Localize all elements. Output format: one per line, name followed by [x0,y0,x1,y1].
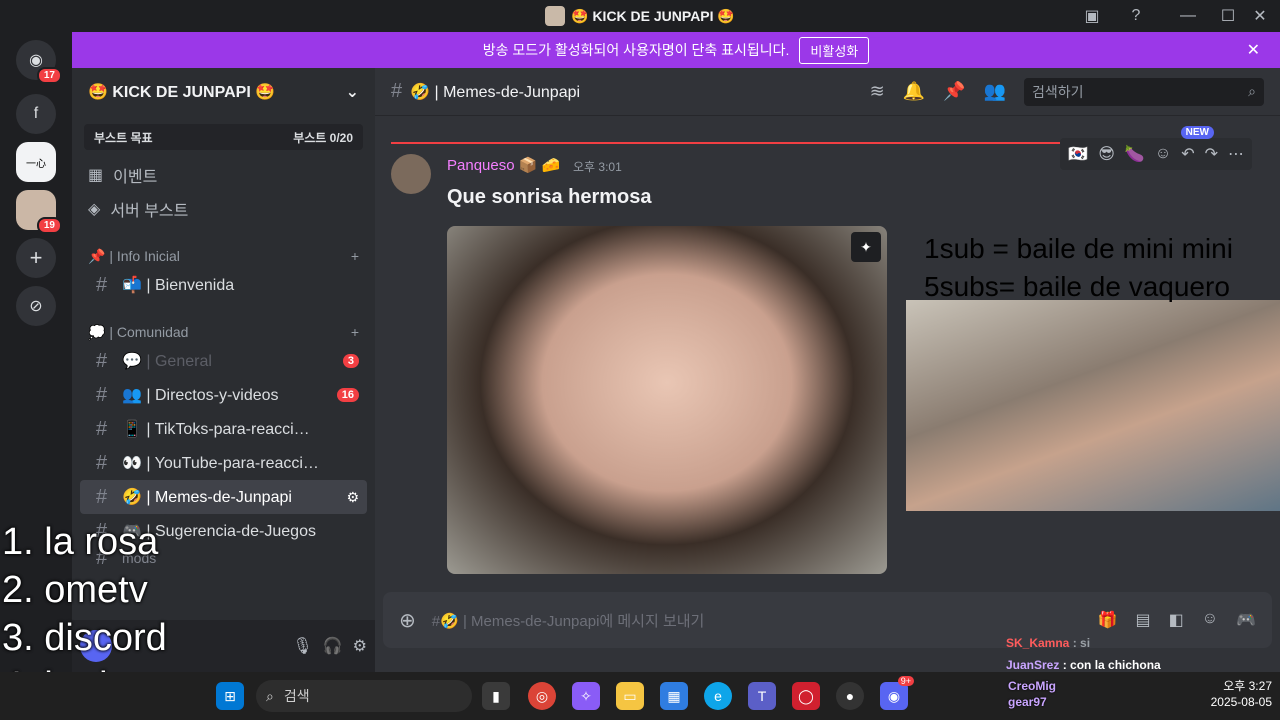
store-icon[interactable]: ▦ [660,682,688,710]
window-title: 🤩 KICK DE JUNPAPI 🤩 [545,6,735,26]
gift-icon[interactable]: 🎁 [1098,610,1118,630]
dm-badge: 17 [36,67,62,84]
more-icon[interactable]: ⋯ [1228,144,1244,164]
server-avatar-mini [545,6,566,26]
author-avatar[interactable] [391,154,431,194]
threads-icon[interactable]: ≋ [870,81,885,102]
taskbar-search[interactable]: ⌕ 검색 [256,680,472,712]
channel-bienvenida[interactable]: # 📬 | Bienvenida [80,268,367,302]
help-icon[interactable]: ? [1116,0,1156,32]
minimize-button[interactable]: — [1168,0,1208,32]
windows-taskbar: ⊞ ⌕ 검색 ▮ ◎ ✧ ▭ ▦ e T ◯ ● ◉ 9+ 오후 3:27 202… [0,672,1280,720]
header-toolbar: ≋ 🔔 📌 👥 검색하기 ⌕ [870,77,1264,106]
hash-icon: # [96,349,108,372]
close-banner-icon[interactable]: ✕ [1247,40,1260,60]
stream-chat-overlay: SK_Kamna : si JuanSrez : con la chichona [1006,632,1161,676]
discord-home-icon[interactable]: ◉ 17 [16,40,62,84]
server-icon-2[interactable]: 一心 [16,142,56,182]
hash-icon: # [96,451,108,474]
unread-badge: 3 [342,354,359,368]
chevron-down-icon: ⌄ [345,84,359,101]
discord-taskbar-icon[interactable]: ◉ 9+ [880,676,914,710]
add-attachment-icon[interactable]: ⊕ [399,608,416,633]
message-timestamp: 오후 3:01 [573,160,622,174]
teams-icon[interactable]: T [748,682,776,710]
explore-icon[interactable]: ⊘ [16,286,56,326]
close-window-button[interactable]: ✕ [1240,0,1280,32]
image-actions-icon[interactable]: ✦ [851,232,881,262]
channel-directos-y-videos[interactable]: # 👥 | Directos-y-videos 16 [80,378,367,412]
server-junpapi-icon[interactable]: 19 [16,190,62,234]
add-channel-icon[interactable]: + [351,248,359,264]
task-view-icon[interactable]: ▮ [482,682,510,710]
guild-header[interactable]: 🤩 KICK DE JUNPAPI 🤩 ⌄ [72,68,375,116]
channel-general[interactable]: # 💬 | General 3 [80,344,367,378]
headphones-icon[interactable]: 🎧 [323,636,343,656]
events-item[interactable]: ▦ 이벤트 [72,158,375,192]
server-boost-item[interactable]: ◈ 서버 부스트 [72,192,375,226]
message-hover-toolbar: 🇰🇷 😎 🍆 ☺ ↶ ↷ ⋯ NEW [1060,126,1252,170]
unread-badge: 16 [336,388,359,402]
add-server-icon[interactable]: + [16,238,56,278]
copilot-icon[interactable]: ✧ [572,682,600,710]
chrome-icon[interactable]: ◎ [528,682,556,710]
hash-icon: # [391,80,403,102]
hash-icon: # [96,485,108,508]
search-input[interactable]: 검색하기 ⌕ [1024,77,1264,106]
sub-goals-overlay: 1sub = baile de mini mini 5subs= baile d… [924,233,1233,302]
boost-icon: ◈ [88,201,101,218]
forward-icon[interactable]: ↷ [1205,144,1218,164]
author-name[interactable]: Panqueso 📦 🧀 [447,156,560,174]
channel-tiktoks[interactable]: # 📱 | TikToks-para-reacci… [80,412,367,446]
search-icon: ⌕ [1248,83,1256,99]
reaction-flag-kr-icon[interactable]: 🇰🇷 [1068,144,1088,164]
streamer-mode-banner: 방송 모드가 활성화되어 사용자명이 단축 표시됩니다. 비활성화 ✕ [72,32,1280,68]
file-explorer-icon[interactable]: ▭ [616,682,644,710]
window-titlebar: 🤩 KICK DE JUNPAPI 🤩 ▣ ? — ☐ ✕ [0,0,1280,32]
disable-streamer-mode-button[interactable]: 비활성화 [799,36,870,64]
edge-icon[interactable]: e [704,682,732,710]
user-settings-gear-icon[interactable]: ⚙ [353,636,367,656]
channel-memes-de-junpapi[interactable]: # 🤣 | Memes-de-Junpapi ⚙ [80,480,367,514]
chat-line: SK_Kamna : si [1006,636,1091,650]
pin-icon[interactable]: 📌 [943,81,965,102]
reaction-eggplant-icon[interactable]: 🍆 [1125,144,1145,164]
app-red-icon[interactable]: ◯ [792,682,820,710]
system-tray-clock[interactable]: 오후 3:27 2025-08-05 [1211,678,1272,710]
activities-icon[interactable]: 🎮 [1236,610,1256,630]
category-info-inicial[interactable]: 📌 | Info Inicial + [72,244,375,268]
search-icon: ⌕ [266,687,274,704]
new-badge: NEW [1180,126,1214,139]
message-input[interactable]: #🤣 | Memes-de-Junpapi에 메시지 보내기 [432,610,705,631]
bell-icon[interactable]: 🔔 [903,81,925,102]
message-image[interactable]: ✦ [447,226,887,574]
webcam-overlay [906,300,1280,511]
hash-icon: # [96,417,108,440]
start-button[interactable]: ⊞ [216,682,244,710]
members-icon[interactable]: 👥 [984,81,1006,102]
gif-icon[interactable]: ▤ [1135,610,1150,630]
calendar-icon: ▦ [88,167,104,184]
boost-goal[interactable]: 부스트 목표 부스트 0/20 [84,124,363,150]
inbox-icon[interactable]: ▣ [1072,0,1112,32]
settings-gear-icon[interactable]: ⚙ [346,489,359,506]
reaction-sunglasses-icon[interactable]: 😎 [1098,144,1115,164]
obs-icon[interactable]: ● [836,682,864,710]
category-comunidad[interactable]: 💭 | Comunidad + [72,320,375,344]
hash-icon: # [96,383,108,406]
overlay-viewers: CreoMig gear97 [1008,679,1056,709]
server-f-icon[interactable]: f [16,94,56,134]
sticker-icon[interactable]: ◧ [1169,610,1184,630]
microphone-icon[interactable]: 🎙 [292,636,312,656]
add-reaction-icon[interactable]: ☺ [1155,145,1171,163]
message-text: Que sonrisa hermosa [447,186,652,208]
channel-header: # 🤣 | Memes-de-Junpapi ≋ 🔔 📌 👥 검색하기 ⌕ [375,68,1280,116]
composer-tools: 🎁 ▤ ◧ ☺ 🎮 [1098,610,1256,630]
channel-youtube[interactable]: # 👀 | YouTube-para-reacci… [80,446,367,480]
emoji-icon[interactable]: ☺ [1202,610,1218,630]
hash-icon: # [96,273,108,296]
guild-badge: 19 [36,217,62,234]
add-channel-icon[interactable]: + [351,324,359,340]
reply-icon[interactable]: ↶ [1181,144,1194,164]
